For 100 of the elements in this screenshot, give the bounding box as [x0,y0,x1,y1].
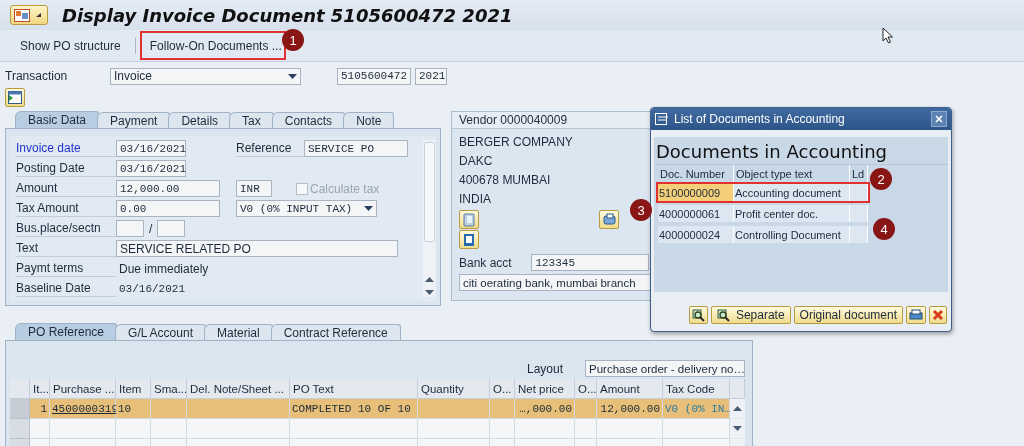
table-row[interactable]: 4000000061 Profit center doc. [656,203,870,224]
scroll-up-icon[interactable] [733,406,742,411]
scroll-up-button[interactable] [730,399,745,419]
dropdown-caret-icon [364,206,373,211]
column-header[interactable]: Ld [850,165,868,182]
display-button[interactable] [688,306,708,324]
document-number-cell[interactable]: 4000000024 [658,226,734,243]
tab[interactable]: Contract Reference [270,324,401,340]
separator-text: / [149,221,153,236]
printer-icon [602,213,616,226]
communication-button[interactable] [599,210,619,229]
telephone-button[interactable] [459,210,479,229]
column-header[interactable]: It... [30,379,50,399]
column-header[interactable]: Sma... [151,379,187,399]
column-header[interactable]: PO Text [290,379,418,399]
column-header[interactable]: Purchase ... [50,379,116,399]
column-header[interactable]: Quantity [418,379,490,399]
print-button[interactable] [906,306,926,324]
close-button[interactable] [931,111,947,127]
scrollbar[interactable] [423,140,436,297]
window-icon [14,8,30,22]
purchase-order-link[interactable]: 4500000319 [50,399,116,419]
fax-button[interactable] [459,230,479,249]
table-row[interactable]: 5100000009 Accounting document [656,182,870,203]
dialog-button[interactable]: Original document [793,306,903,324]
column-header[interactable]: Tax Code [663,379,730,399]
scroll-down-icon[interactable] [425,290,434,295]
date-field[interactable]: 03/16/2021 [116,140,186,157]
table-cell [850,184,868,201]
field-label: Text [16,241,38,255]
tab[interactable]: Tax [229,112,274,128]
document-number-field[interactable]: 5105600472 [337,67,411,85]
business-place-field[interactable] [116,220,144,237]
scroll-down-button[interactable] [730,419,745,439]
tab[interactable]: Material [204,324,273,340]
scroll-up-icon[interactable] [425,277,434,282]
tab[interactable]: Basic Data [15,111,100,128]
tab[interactable]: Contacts [271,112,346,128]
toolbar-button[interactable]: Follow-On Documents ... [139,31,286,60]
table-cell [850,205,868,222]
field-label: Invoice date [16,141,81,155]
field-label: Paymt terms [16,261,84,275]
magnifier-icon [691,308,705,322]
dialog-button[interactable]: Separate [710,306,791,324]
vendor-title: Vendor 0000040009 [459,113,568,127]
column-header[interactable]: Del. Note/Sheet ... [187,379,290,399]
panel-icon [8,91,22,104]
field-label: Bank acct [459,255,512,270]
table-cell [663,419,730,439]
magnifier-icon [716,308,730,322]
column-header[interactable]: Item [116,379,151,399]
fax-icon [463,232,475,247]
field-label: Amount [16,181,58,195]
table-cell [418,419,490,439]
reference-field[interactable]: SERVICE PO [304,140,408,157]
address-line: DAKC [459,153,493,168]
baseline-date-text: 03/16/2021 [119,282,185,295]
table-cell [490,419,515,439]
layout-dropdown[interactable]: Purchase order - delivery no… [585,360,745,377]
tab[interactable]: G/L Account [115,324,206,340]
checkbox-label: Calculate tax [310,181,380,196]
tax-code-dropdown[interactable]: V0 (0% INPUT TAX) [236,200,377,217]
printer-icon [909,308,923,322]
table-row[interactable]: 4000000024 Controlling Document [656,224,870,245]
column-header[interactable]: O... [490,379,515,399]
close-icon [932,309,944,321]
scroll-down-icon[interactable] [733,426,742,431]
address-line: 400678 MUMBAI [459,172,551,187]
toolbar-button[interactable]: Show PO structure [10,31,131,60]
bank-account-field[interactable]: 123345 [531,254,649,271]
column-header[interactable]: Amount [597,379,663,399]
column-header[interactable]: Net price [515,379,575,399]
select-all-cell[interactable] [10,379,30,399]
tab[interactable]: Payment [97,112,171,128]
document-number-cell[interactable]: 5100000009 [658,184,734,201]
document-number-cell[interactable]: 4000000061 [658,205,734,222]
tab[interactable]: Note [343,112,395,128]
layout-toggle-button[interactable] [5,88,25,107]
tax-amount-field[interactable]: 0.00 [116,200,220,217]
transaction-dropdown[interactable]: Invoice [110,67,301,85]
table-cell [50,419,116,439]
column-settings-cell[interactable] [730,379,745,399]
column-header[interactable]: O... [575,379,597,399]
menu-button[interactable] [10,5,48,25]
address-line: BERGER COMPANY [459,134,573,149]
column-header[interactable]: Object type text [734,165,850,182]
section-field[interactable] [157,220,186,237]
address-line: INDIA [459,191,491,206]
text-field[interactable]: SERVICE RELATED PO [116,240,398,257]
currency-field[interactable]: INR [236,180,272,197]
dropdown-value: Invoice [114,69,153,83]
tab[interactable]: Details [168,112,232,128]
window-title: Display Invoice Document 5105600472 2021 [62,4,513,26]
date-field[interactable]: 03/16/2021 [116,160,186,177]
cancel-button[interactable] [929,306,947,324]
bank-name-field[interactable]: citi oerating bank, mumbai branch [459,274,653,291]
tab[interactable]: PO Reference [15,323,118,340]
column-header[interactable]: Doc. Number [658,165,734,182]
amount-field[interactable]: 12,000.00 [116,180,220,197]
year-field[interactable]: 2021 [415,67,447,85]
